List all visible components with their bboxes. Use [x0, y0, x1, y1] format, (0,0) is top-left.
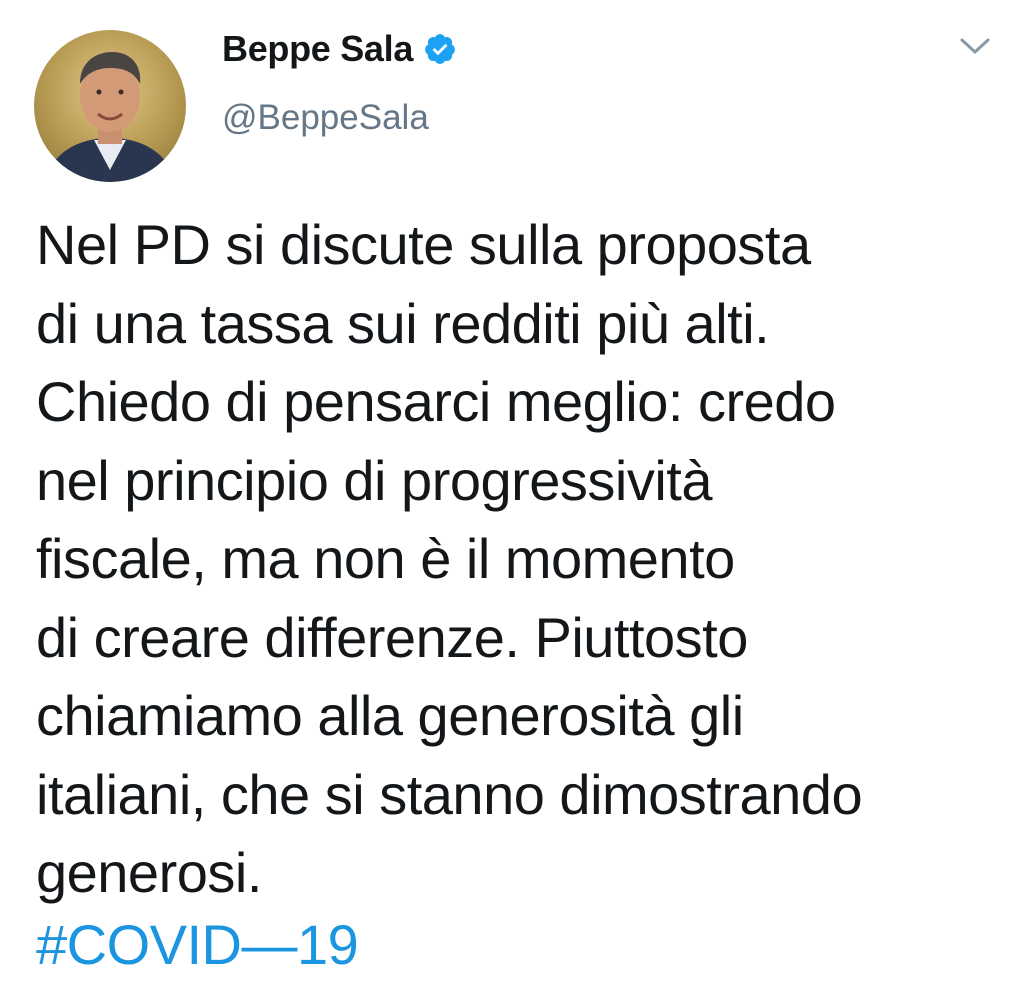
tweet-text-line: Nel PD si discute sulla proposta [36, 213, 811, 276]
author-name-row[interactable]: Beppe Sala [222, 26, 457, 72]
tweet-text-line: generosi. [36, 841, 262, 904]
tweet-text-line: nel principio di progressività [36, 448, 713, 512]
chevron-down-icon[interactable] [958, 34, 992, 58]
tweet-card: Beppe Sala @BeppeSala Nel PD si discute … [0, 0, 1024, 997]
verified-badge-icon [423, 32, 457, 66]
display-name[interactable]: Beppe Sala [222, 28, 413, 70]
tweet-text: Nel PD si discute sulla proposta di una … [36, 206, 1006, 913]
tweet-text-line: di creare differenze. Piuttosto [36, 605, 748, 669]
tweet-text-line: Chiedo di pensarci meglio: credo [36, 370, 836, 433]
tweet-text-line: italiani, che si stanno dimostrando [36, 762, 863, 826]
hashtag-link[interactable]: #COVID—19 [36, 906, 359, 984]
tweet-text-line: chiamiamo alla generosità gli [36, 684, 744, 747]
tweet-text-line: fiscale, ma non è il momento [36, 527, 735, 590]
avatar[interactable] [34, 30, 186, 182]
avatar-photo-icon [34, 30, 186, 182]
author-handle[interactable]: @BeppeSala [222, 98, 429, 138]
tweet-text-line: di una tassa sui redditi più alti. [36, 291, 770, 355]
